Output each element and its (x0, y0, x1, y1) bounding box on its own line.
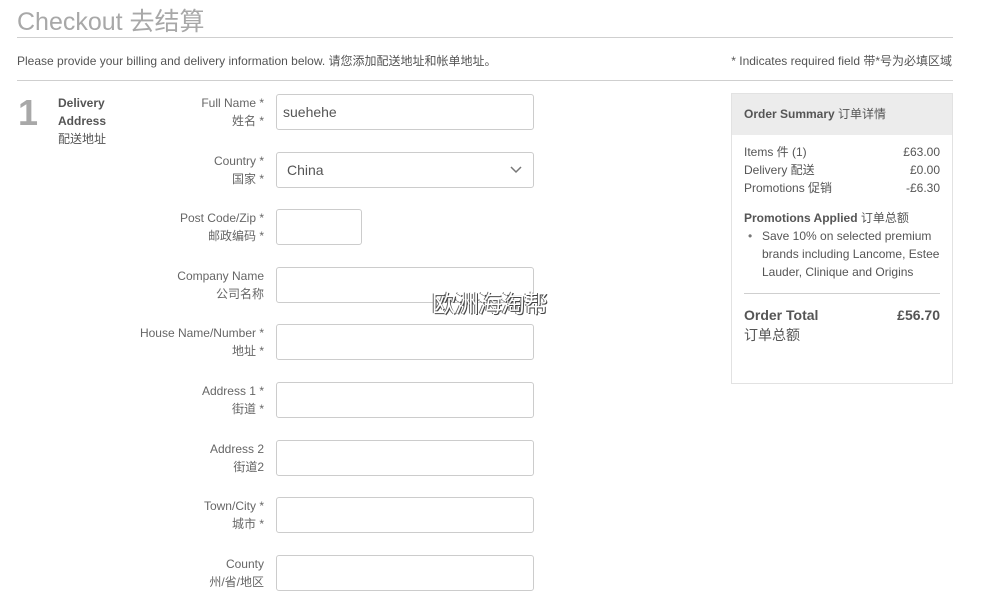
order-summary-header: Order Summary 订单详情 (732, 94, 952, 135)
required-field-note: * Indicates required field 带*号为必填区域 (731, 54, 952, 68)
promotions-list: Save 10% on selected premium brands incl… (744, 227, 940, 281)
address2-box (276, 440, 534, 476)
full-name-box (276, 94, 534, 130)
step-label-en-2: Address (58, 114, 107, 128)
country-label: Country * 国家 * (214, 152, 264, 188)
promotions-applied-en: Promotions Applied (744, 211, 858, 225)
company-name-label-cn: 公司名称 (215, 287, 264, 301)
step-label: Delivery Address 配送地址 (58, 94, 106, 148)
delivery-row: Delivery 配送 £0.00 (744, 161, 940, 179)
post-code-label: Post Code/Zip * 邮政编码 * (180, 209, 264, 245)
house-number-label-cn: 地址 * (231, 344, 264, 358)
country-label-en: Country * (213, 154, 264, 168)
summary-divider (744, 293, 940, 294)
items-value: £63.00 (903, 145, 940, 159)
items-label: Items 件 (1) (744, 145, 807, 159)
promotions-row: Promotions 促销 -£6.30 (744, 179, 940, 197)
county-input[interactable] (277, 556, 523, 590)
company-name-label: Company Name 公司名称 (177, 267, 264, 303)
address1-label: Address 1 * 街道 * (202, 382, 264, 418)
order-summary-panel: Order Summary 订单详情 Items 件 (1) £63.00 De… (731, 93, 953, 384)
promotions-label: Promotions 促销 (744, 181, 833, 195)
address1-label-en: Address 1 * (201, 384, 264, 398)
title-divider (17, 37, 953, 38)
post-code-input[interactable] (277, 210, 359, 244)
address1-field: Address 1 * 街道 * (100, 382, 534, 418)
address2-label-en: Address 2 (209, 442, 264, 456)
page-title: Checkout 去结算 (17, 8, 205, 36)
house-number-field: House Name/Number * 地址 * (100, 324, 534, 360)
full-name-label-en: Full Name * (201, 96, 264, 110)
address2-label: Address 2 街道2 (210, 440, 264, 476)
county-field: County 州/省/地区 (100, 555, 534, 591)
order-summary-title-cn: 订单详情 (838, 107, 887, 121)
address1-input[interactable] (277, 383, 523, 417)
full-name-input[interactable] (277, 95, 523, 129)
town-city-label-cn: 城市 * (231, 517, 264, 531)
address2-label-cn: 街道2 (233, 460, 264, 474)
town-city-label-en: Town/City * (203, 499, 264, 513)
town-city-field: Town/City * 城市 * (100, 497, 534, 533)
order-total-value: £56.70 (897, 307, 940, 323)
full-name-field: Full Name * 姓名 * (100, 94, 534, 130)
post-code-box (276, 209, 362, 245)
delivery-value: £0.00 (909, 163, 940, 177)
address2-field: Address 2 街道2 (100, 440, 534, 476)
county-label-cn: 州/省/地区 (209, 575, 264, 589)
country-label-cn: 国家 * (231, 172, 264, 186)
county-box (276, 555, 534, 591)
delivery-label: Delivery 配送 (744, 163, 815, 177)
county-label-en: County (225, 557, 264, 571)
promotions-value: -£6.30 (905, 181, 940, 195)
house-number-box (276, 324, 534, 360)
promotion-item: Save 10% on selected premium brands incl… (748, 227, 940, 281)
house-number-label-en: House Name/Number * (139, 326, 264, 340)
step-label-en-1: Delivery (58, 96, 105, 110)
intro-divider (17, 80, 953, 81)
promotions-applied-heading: Promotions Applied 订单总额 (744, 209, 940, 227)
chevron-down-icon (510, 166, 522, 174)
address1-box (276, 382, 534, 418)
house-number-input[interactable] (277, 325, 523, 359)
full-name-label: Full Name * 姓名 * (201, 94, 264, 130)
order-summary-title-en: Order Summary (744, 107, 835, 121)
post-code-label-cn: 邮政编码 * (207, 229, 264, 243)
company-name-label-en: Company Name (177, 269, 264, 283)
watermark: 欧洲海淘帮 (432, 291, 548, 318)
county-label: County 州/省/地区 (209, 555, 264, 591)
full-name-label-cn: 姓名 * (231, 114, 264, 128)
step-label-cn: 配送地址 (58, 132, 107, 146)
order-total-label: Order Total (744, 307, 819, 323)
town-city-input[interactable] (277, 498, 523, 532)
address2-input[interactable] (277, 441, 523, 475)
intro-text: Please provide your billing and delivery… (17, 54, 497, 68)
post-code-label-en: Post Code/Zip * (179, 211, 264, 225)
country-field: Country * 国家 * China (100, 152, 534, 188)
house-number-label: House Name/Number * 地址 * (140, 324, 264, 360)
post-code-field: Post Code/Zip * 邮政编码 * (100, 209, 534, 245)
step-number: 1 (18, 92, 39, 133)
order-summary-body: Items 件 (1) £63.00 Delivery 配送 £0.00 Pro… (732, 135, 952, 346)
promotions-applied-cn: 订单总额 (860, 211, 909, 225)
items-row: Items 件 (1) £63.00 (744, 143, 940, 161)
town-city-box (276, 497, 534, 533)
country-selected-value: China (287, 162, 324, 178)
town-city-label: Town/City * 城市 * (204, 497, 264, 533)
country-select[interactable]: China (276, 152, 534, 188)
order-total-row: Order Total £56.70 (744, 306, 940, 324)
address1-label-cn: 街道 * (231, 402, 264, 416)
order-total-label-cn: 订单总额 (744, 327, 800, 343)
